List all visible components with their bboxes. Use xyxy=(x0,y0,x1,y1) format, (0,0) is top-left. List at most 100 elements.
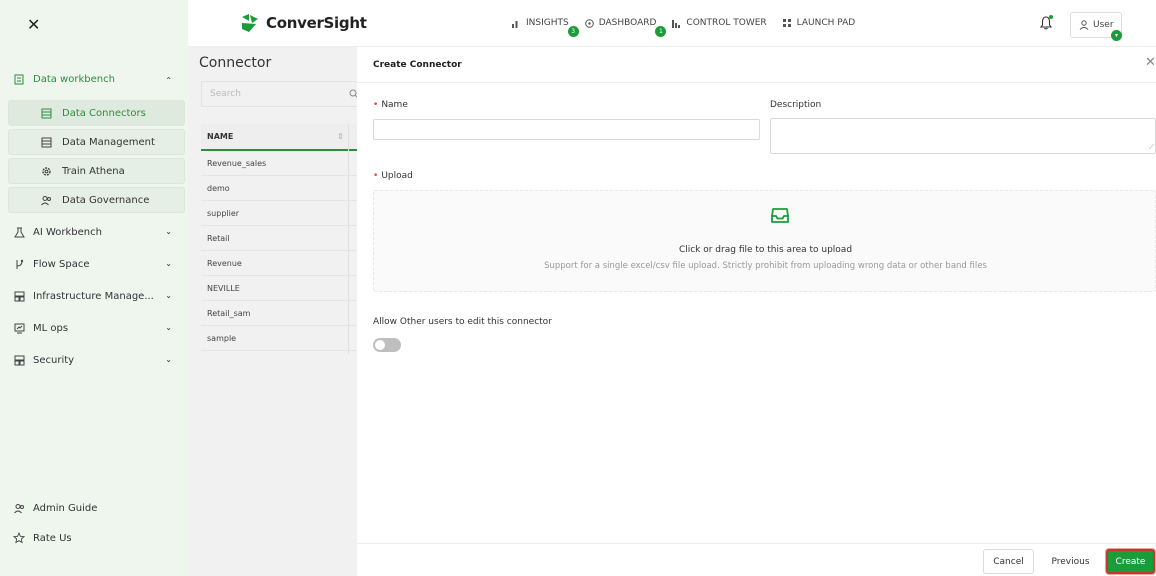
chevron-down-icon[interactable]: ⌄ xyxy=(165,291,172,300)
sidebar-admin-guide[interactable]: Admin Guide xyxy=(12,503,97,514)
sidebar-group-security[interactable]: Security xyxy=(12,355,74,366)
sidebar-group-infrastructure[interactable]: Infrastructure Manage... xyxy=(12,291,154,302)
star-icon xyxy=(12,532,26,544)
nav-launch-pad[interactable]: LAUNCH PAD xyxy=(782,18,855,28)
upload-label: • Upload xyxy=(373,171,413,181)
sidebar-group-label: AI Workbench xyxy=(33,227,102,238)
nav-dashboard-label: DASHBOARD xyxy=(598,18,657,28)
previous-button[interactable]: Previous xyxy=(1042,549,1099,574)
table-row[interactable]: sample xyxy=(201,326,357,351)
logo[interactable]: ConverSight xyxy=(240,13,367,33)
nav-control-tower-label: CONTROL TOWER xyxy=(686,18,767,28)
user-badge: ▾ xyxy=(1111,30,1122,41)
nav-insights[interactable]: INSIGHTS 3 xyxy=(512,18,579,37)
sidebar-group-ml-ops[interactable]: ML ops xyxy=(12,323,68,334)
description-label-text: Description xyxy=(770,100,822,110)
monitor-icon xyxy=(12,323,26,334)
table-row[interactable]: Retail xyxy=(201,226,357,251)
sidebar-item-label: Data Connectors xyxy=(62,107,146,119)
search-placeholder: Search xyxy=(210,89,241,99)
chevron-down-icon[interactable]: ⌄ xyxy=(165,227,172,236)
sidebar-group-label: Data workbench xyxy=(33,74,115,85)
close-icon[interactable]: ✕ xyxy=(1145,55,1156,70)
sort-icon[interactable]: ⇕ xyxy=(337,132,344,141)
people-icon xyxy=(12,503,26,514)
table-row[interactable]: Revenue xyxy=(201,251,357,276)
resize-handle-icon[interactable]: ⟋ xyxy=(1149,143,1154,152)
name-label-text: Name xyxy=(381,100,408,110)
name-label: • Name xyxy=(373,100,408,110)
table-row[interactable]: NEVILLE xyxy=(201,276,357,301)
upload-main-text: Click or drag file to this area to uploa… xyxy=(678,245,853,255)
sidebar-item-train-athena[interactable]: Train Athena xyxy=(8,158,185,184)
notification-bell[interactable] xyxy=(1039,15,1053,33)
allow-edit-label: Allow Other users to edit this connector xyxy=(373,317,552,327)
column-header-label: NAME xyxy=(207,132,234,141)
sidebar-group-ai-workbench[interactable]: AI Workbench xyxy=(12,227,102,238)
sidebar-group-flow-space[interactable]: Flow Space xyxy=(12,259,89,270)
top-bar: ✕ ConverSight INSIGHTS 3 DASHBOARD 1 CON… xyxy=(0,0,1156,47)
upload-dropzone[interactable]: Click or drag file to this area to uploa… xyxy=(373,190,1156,292)
name-field[interactable] xyxy=(373,119,760,140)
nav-control-tower[interactable]: CONTROL TOWER xyxy=(672,18,767,28)
chevron-up-icon[interactable]: ⌃ xyxy=(165,76,172,85)
sidebar-item-label: Data Management xyxy=(62,136,155,148)
flask-icon xyxy=(12,227,26,238)
allow-edit-toggle[interactable] xyxy=(373,338,401,352)
nav-insights-badge: 3 xyxy=(567,26,579,37)
upload-hint-text: Support for a single excel/csv file uplo… xyxy=(544,261,987,271)
sidebar-group-label: Infrastructure Manage... xyxy=(33,291,154,302)
search-input[interactable]: Search xyxy=(201,81,361,107)
required-mark: • xyxy=(373,171,379,181)
description-field[interactable]: ⟋ xyxy=(770,118,1156,154)
inbox-icon xyxy=(770,205,790,228)
sidebar-group-data-workbench[interactable]: Data workbench xyxy=(12,74,115,85)
create-button[interactable]: Create xyxy=(1106,549,1155,574)
required-mark: • xyxy=(373,100,379,110)
table-cell: Retail_sam xyxy=(207,308,251,318)
nav-dashboard[interactable]: DASHBOARD 1 xyxy=(584,18,667,37)
table-cell: supplier xyxy=(207,208,240,218)
sidebar-rate-us-label: Rate Us xyxy=(33,532,72,544)
table-header-name[interactable]: NAME ⇕ xyxy=(201,124,357,151)
table-row[interactable]: Retail_sam xyxy=(201,301,357,326)
table-row[interactable]: Revenue_sales xyxy=(201,151,357,176)
table-cell: NEVILLE xyxy=(207,283,240,293)
bar-chart-icon xyxy=(512,19,521,28)
user-icon xyxy=(1079,20,1089,30)
chevron-down-icon[interactable]: ⌄ xyxy=(165,323,172,332)
user-label: User xyxy=(1093,20,1114,30)
logo-icon xyxy=(242,14,258,32)
close-icon[interactable]: ✕ xyxy=(27,17,40,33)
chevron-down-icon[interactable]: ⌄ xyxy=(165,259,172,268)
table-row[interactable]: supplier xyxy=(201,201,357,226)
table-cell: sample xyxy=(207,333,237,343)
drawer-title: Create Connector xyxy=(373,60,462,70)
list-icon xyxy=(41,108,52,119)
column-divider xyxy=(348,124,349,354)
main-nav: INSIGHTS 3 DASHBOARD 1 CONTROL TOWER LAU… xyxy=(512,18,871,37)
sidebar-item-data-governance[interactable]: Data Governance xyxy=(8,187,185,213)
sidebar-item-data-management[interactable]: Data Management xyxy=(8,129,185,155)
toggle-knob xyxy=(375,340,385,350)
gauge-icon xyxy=(584,18,594,28)
divider xyxy=(357,543,1156,544)
branch-icon xyxy=(12,259,26,270)
sidebar-group-label: Security xyxy=(33,355,75,366)
divider xyxy=(357,82,1156,83)
cancel-button[interactable]: Cancel xyxy=(983,549,1034,574)
sidebar-item-label: Data Governance xyxy=(62,194,150,206)
tower-icon xyxy=(672,19,681,28)
table-row[interactable]: demo xyxy=(201,176,357,201)
nav-insights-label: INSIGHTS xyxy=(526,18,569,28)
sidebar-item-data-connectors[interactable]: Data Connectors xyxy=(8,100,185,126)
sidebar-group-label: ML ops xyxy=(33,323,69,334)
chevron-down-icon[interactable]: ⌄ xyxy=(165,355,172,364)
server-icon xyxy=(12,291,26,302)
user-menu-button[interactable]: User ▾ xyxy=(1070,12,1122,41)
upload-label-text: Upload xyxy=(381,171,413,181)
table-cell: Revenue xyxy=(207,258,242,268)
sidebar: Data workbench ⌃ Data Connectors Data Ma… xyxy=(0,47,188,576)
sidebar-item-label: Train Athena xyxy=(62,165,125,177)
sidebar-rate-us[interactable]: Rate Us xyxy=(12,532,72,544)
